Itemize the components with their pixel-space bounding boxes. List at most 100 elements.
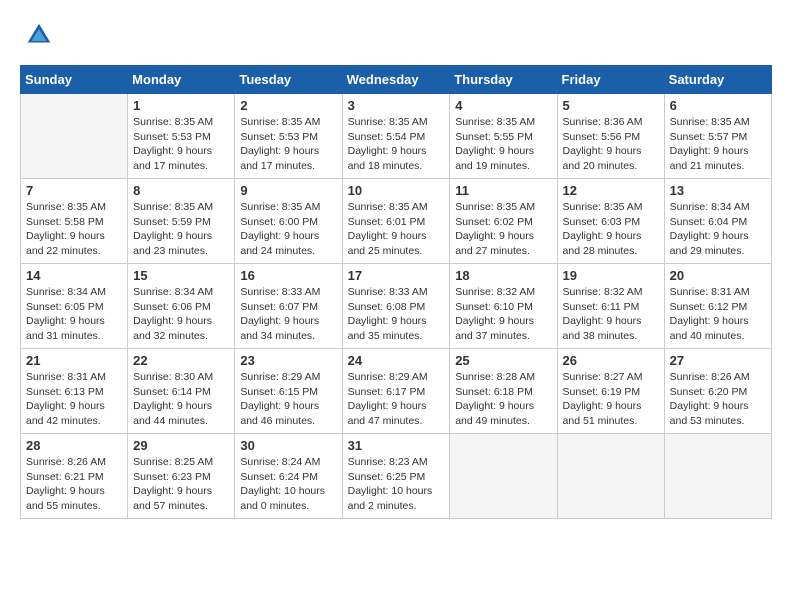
day-number: 7	[26, 183, 122, 198]
calendar-cell: 14 Sunrise: 8:34 AM Sunset: 6:05 PM Dayl…	[21, 264, 128, 349]
calendar-cell: 25 Sunrise: 8:28 AM Sunset: 6:18 PM Dayl…	[450, 349, 557, 434]
day-info: Sunrise: 8:24 AM Sunset: 6:24 PM Dayligh…	[240, 455, 336, 514]
day-number: 18	[455, 268, 551, 283]
calendar-cell: 19 Sunrise: 8:32 AM Sunset: 6:11 PM Dayl…	[557, 264, 664, 349]
day-info: Sunrise: 8:26 AM Sunset: 6:20 PM Dayligh…	[670, 370, 766, 429]
week-row-5: 28 Sunrise: 8:26 AM Sunset: 6:21 PM Dayl…	[21, 434, 772, 519]
calendar-cell	[557, 434, 664, 519]
calendar-cell: 6 Sunrise: 8:35 AM Sunset: 5:57 PM Dayli…	[664, 94, 771, 179]
calendar-cell: 24 Sunrise: 8:29 AM Sunset: 6:17 PM Dayl…	[342, 349, 450, 434]
calendar-cell: 2 Sunrise: 8:35 AM Sunset: 5:53 PM Dayli…	[235, 94, 342, 179]
day-info: Sunrise: 8:35 AM Sunset: 5:57 PM Dayligh…	[670, 115, 766, 174]
calendar-cell: 9 Sunrise: 8:35 AM Sunset: 6:00 PM Dayli…	[235, 179, 342, 264]
calendar-table: SundayMondayTuesdayWednesdayThursdayFrid…	[20, 65, 772, 519]
logo-icon	[24, 20, 54, 50]
day-number: 31	[348, 438, 445, 453]
day-number: 13	[670, 183, 766, 198]
week-row-4: 21 Sunrise: 8:31 AM Sunset: 6:13 PM Dayl…	[21, 349, 772, 434]
day-info: Sunrise: 8:35 AM Sunset: 6:00 PM Dayligh…	[240, 200, 336, 259]
day-info: Sunrise: 8:31 AM Sunset: 6:12 PM Dayligh…	[670, 285, 766, 344]
calendar-cell: 17 Sunrise: 8:33 AM Sunset: 6:08 PM Dayl…	[342, 264, 450, 349]
day-number: 21	[26, 353, 122, 368]
day-info: Sunrise: 8:32 AM Sunset: 6:11 PM Dayligh…	[563, 285, 659, 344]
day-number: 1	[133, 98, 229, 113]
calendar-cell: 10 Sunrise: 8:35 AM Sunset: 6:01 PM Dayl…	[342, 179, 450, 264]
day-number: 11	[455, 183, 551, 198]
calendar-cell: 27 Sunrise: 8:26 AM Sunset: 6:20 PM Dayl…	[664, 349, 771, 434]
day-info: Sunrise: 8:35 AM Sunset: 5:54 PM Dayligh…	[348, 115, 445, 174]
calendar-cell: 15 Sunrise: 8:34 AM Sunset: 6:06 PM Dayl…	[128, 264, 235, 349]
day-number: 27	[670, 353, 766, 368]
calendar-cell	[664, 434, 771, 519]
calendar-cell	[21, 94, 128, 179]
calendar-cell: 26 Sunrise: 8:27 AM Sunset: 6:19 PM Dayl…	[557, 349, 664, 434]
calendar-cell: 22 Sunrise: 8:30 AM Sunset: 6:14 PM Dayl…	[128, 349, 235, 434]
calendar-cell: 11 Sunrise: 8:35 AM Sunset: 6:02 PM Dayl…	[450, 179, 557, 264]
day-info: Sunrise: 8:26 AM Sunset: 6:21 PM Dayligh…	[26, 455, 122, 514]
day-info: Sunrise: 8:34 AM Sunset: 6:06 PM Dayligh…	[133, 285, 229, 344]
calendar-cell: 29 Sunrise: 8:25 AM Sunset: 6:23 PM Dayl…	[128, 434, 235, 519]
day-info: Sunrise: 8:32 AM Sunset: 6:10 PM Dayligh…	[455, 285, 551, 344]
calendar-cell: 30 Sunrise: 8:24 AM Sunset: 6:24 PM Dayl…	[235, 434, 342, 519]
day-number: 9	[240, 183, 336, 198]
day-number: 15	[133, 268, 229, 283]
day-number: 25	[455, 353, 551, 368]
calendar-cell: 4 Sunrise: 8:35 AM Sunset: 5:55 PM Dayli…	[450, 94, 557, 179]
weekday-header-wednesday: Wednesday	[342, 66, 450, 94]
day-number: 16	[240, 268, 336, 283]
day-info: Sunrise: 8:36 AM Sunset: 5:56 PM Dayligh…	[563, 115, 659, 174]
calendar-cell: 7 Sunrise: 8:35 AM Sunset: 5:58 PM Dayli…	[21, 179, 128, 264]
calendar-cell	[450, 434, 557, 519]
weekday-header-thursday: Thursday	[450, 66, 557, 94]
week-row-1: 1 Sunrise: 8:35 AM Sunset: 5:53 PM Dayli…	[21, 94, 772, 179]
calendar-cell: 31 Sunrise: 8:23 AM Sunset: 6:25 PM Dayl…	[342, 434, 450, 519]
day-number: 17	[348, 268, 445, 283]
day-info: Sunrise: 8:33 AM Sunset: 6:08 PM Dayligh…	[348, 285, 445, 344]
calendar-cell: 18 Sunrise: 8:32 AM Sunset: 6:10 PM Dayl…	[450, 264, 557, 349]
day-info: Sunrise: 8:34 AM Sunset: 6:05 PM Dayligh…	[26, 285, 122, 344]
day-info: Sunrise: 8:35 AM Sunset: 6:03 PM Dayligh…	[563, 200, 659, 259]
day-number: 23	[240, 353, 336, 368]
calendar-cell: 16 Sunrise: 8:33 AM Sunset: 6:07 PM Dayl…	[235, 264, 342, 349]
calendar-cell: 13 Sunrise: 8:34 AM Sunset: 6:04 PM Dayl…	[664, 179, 771, 264]
weekday-header-monday: Monday	[128, 66, 235, 94]
day-number: 20	[670, 268, 766, 283]
day-info: Sunrise: 8:35 AM Sunset: 5:53 PM Dayligh…	[240, 115, 336, 174]
calendar-cell: 12 Sunrise: 8:35 AM Sunset: 6:03 PM Dayl…	[557, 179, 664, 264]
page-header	[20, 20, 772, 55]
day-info: Sunrise: 8:35 AM Sunset: 5:58 PM Dayligh…	[26, 200, 122, 259]
day-number: 3	[348, 98, 445, 113]
calendar-cell: 28 Sunrise: 8:26 AM Sunset: 6:21 PM Dayl…	[21, 434, 128, 519]
weekday-header-row: SundayMondayTuesdayWednesdayThursdayFrid…	[21, 66, 772, 94]
calendar-cell: 21 Sunrise: 8:31 AM Sunset: 6:13 PM Dayl…	[21, 349, 128, 434]
day-info: Sunrise: 8:35 AM Sunset: 5:59 PM Dayligh…	[133, 200, 229, 259]
day-number: 24	[348, 353, 445, 368]
weekday-header-tuesday: Tuesday	[235, 66, 342, 94]
week-row-3: 14 Sunrise: 8:34 AM Sunset: 6:05 PM Dayl…	[21, 264, 772, 349]
day-info: Sunrise: 8:34 AM Sunset: 6:04 PM Dayligh…	[670, 200, 766, 259]
day-number: 29	[133, 438, 229, 453]
day-number: 14	[26, 268, 122, 283]
day-info: Sunrise: 8:30 AM Sunset: 6:14 PM Dayligh…	[133, 370, 229, 429]
day-number: 4	[455, 98, 551, 113]
day-info: Sunrise: 8:35 AM Sunset: 6:01 PM Dayligh…	[348, 200, 445, 259]
calendar-cell: 3 Sunrise: 8:35 AM Sunset: 5:54 PM Dayli…	[342, 94, 450, 179]
calendar-cell: 23 Sunrise: 8:29 AM Sunset: 6:15 PM Dayl…	[235, 349, 342, 434]
day-number: 5	[563, 98, 659, 113]
day-info: Sunrise: 8:27 AM Sunset: 6:19 PM Dayligh…	[563, 370, 659, 429]
calendar-cell: 8 Sunrise: 8:35 AM Sunset: 5:59 PM Dayli…	[128, 179, 235, 264]
day-info: Sunrise: 8:29 AM Sunset: 6:15 PM Dayligh…	[240, 370, 336, 429]
day-number: 28	[26, 438, 122, 453]
logo	[20, 20, 54, 55]
day-info: Sunrise: 8:35 AM Sunset: 6:02 PM Dayligh…	[455, 200, 551, 259]
day-number: 22	[133, 353, 229, 368]
day-info: Sunrise: 8:33 AM Sunset: 6:07 PM Dayligh…	[240, 285, 336, 344]
calendar-cell: 20 Sunrise: 8:31 AM Sunset: 6:12 PM Dayl…	[664, 264, 771, 349]
day-number: 12	[563, 183, 659, 198]
day-number: 8	[133, 183, 229, 198]
day-number: 6	[670, 98, 766, 113]
day-info: Sunrise: 8:28 AM Sunset: 6:18 PM Dayligh…	[455, 370, 551, 429]
day-info: Sunrise: 8:25 AM Sunset: 6:23 PM Dayligh…	[133, 455, 229, 514]
day-info: Sunrise: 8:35 AM Sunset: 5:53 PM Dayligh…	[133, 115, 229, 174]
day-number: 30	[240, 438, 336, 453]
